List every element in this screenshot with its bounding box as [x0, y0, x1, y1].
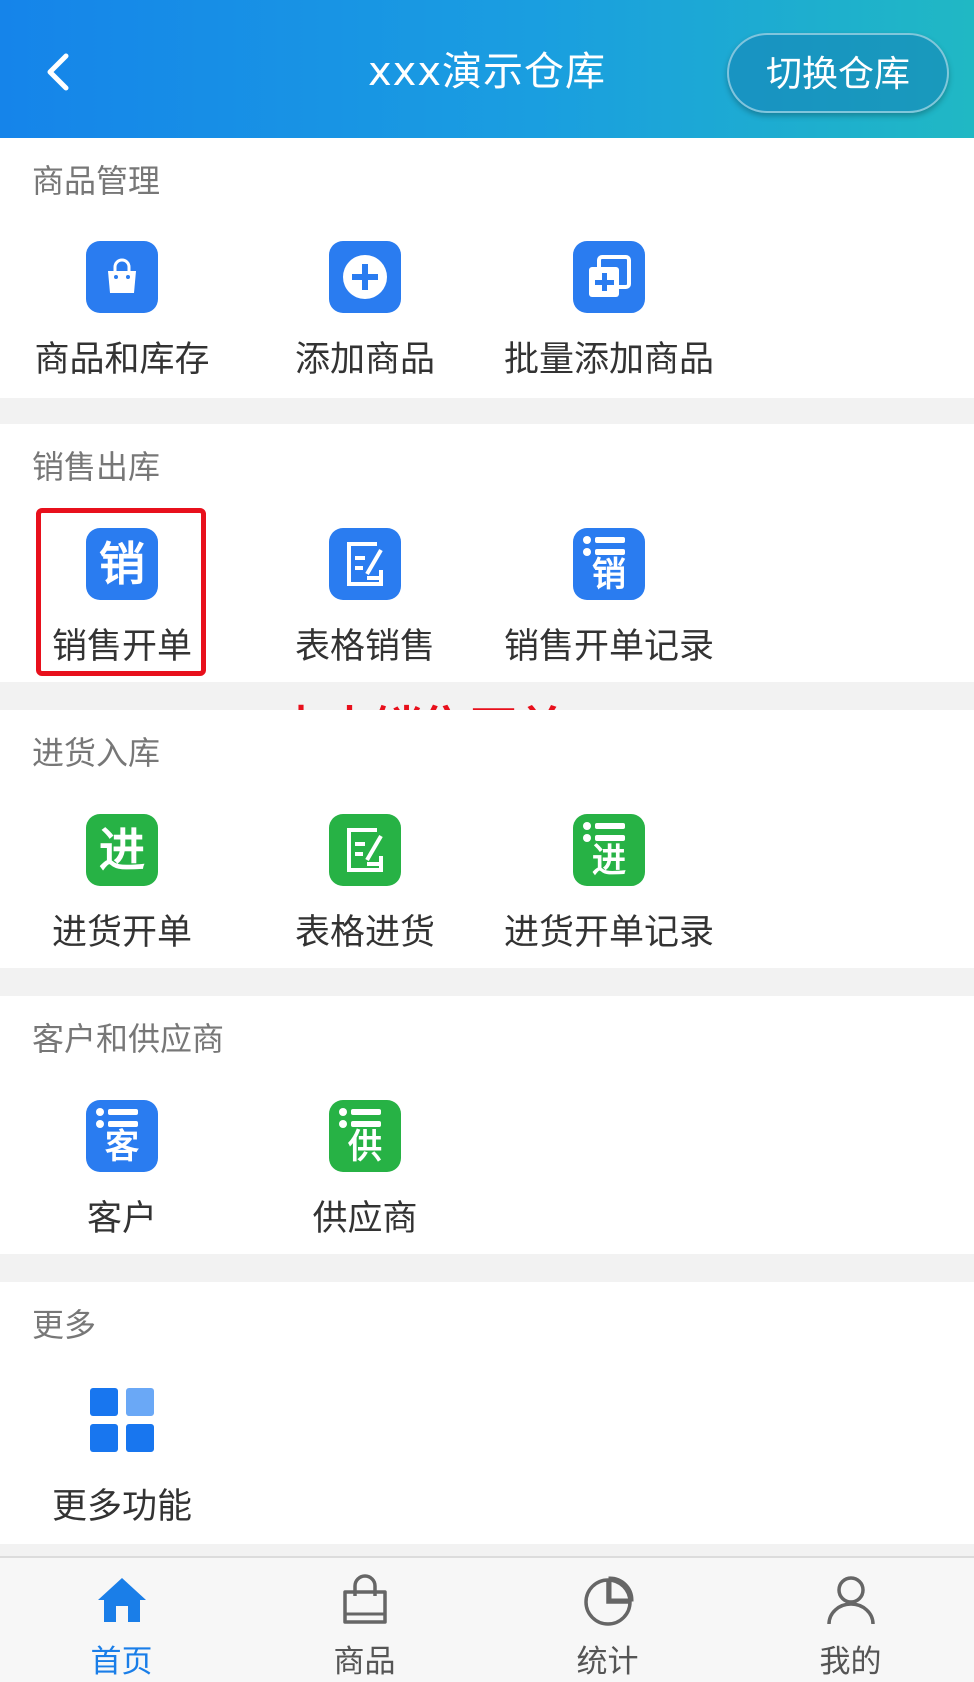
- section-title: 销售出库: [32, 448, 161, 486]
- tab-statistics[interactable]: 统计: [486, 1558, 729, 1682]
- item-label: 批量添加商品: [503, 340, 714, 380]
- item-label: 更多功能: [51, 1487, 192, 1527]
- tab-label: 首页: [90, 1644, 153, 1680]
- section-more: 更多 更多功能: [0, 1282, 974, 1544]
- tab-home[interactable]: 首页: [0, 1558, 243, 1682]
- section-purchase-inbound: 进货入库 进 进货开单 表格进货 进 进货开单记录: [0, 710, 974, 968]
- supplier-button[interactable]: 供 供应商: [255, 1100, 475, 1250]
- top-app-bar: xxx演示仓库 切换仓库: [0, 0, 974, 138]
- section-title: 更多: [32, 1306, 97, 1344]
- shopping-bag-icon: [342, 1574, 387, 1624]
- purchase-record-list-icon: 进: [573, 814, 645, 886]
- tab-label: 商品: [333, 1644, 396, 1680]
- purchase-record-icon-char: 进: [592, 841, 626, 881]
- customer-icon-char: 客: [105, 1127, 139, 1167]
- sales-order-record-button[interactable]: 销 销售开单记录: [499, 528, 719, 678]
- supplier-icon-char: 供: [348, 1127, 382, 1167]
- item-label: 进货开单记录: [503, 913, 714, 953]
- batch-add-goods-button[interactable]: 批量添加商品: [499, 241, 719, 391]
- edit-form-icon: [329, 528, 401, 600]
- item-label: 表格销售: [294, 627, 435, 667]
- section-title: 客户和供应商: [32, 1020, 225, 1058]
- tab-label: 我的: [819, 1644, 882, 1680]
- tab-mine[interactable]: 我的: [729, 1558, 972, 1682]
- table-sales-button[interactable]: 表格销售: [255, 528, 475, 678]
- sales-order-highlight-box: [36, 508, 206, 676]
- customer-button[interactable]: 客 客户: [12, 1100, 232, 1250]
- shopping-bag-icon: [86, 241, 158, 313]
- edit-form-icon: [329, 814, 401, 886]
- purchase-order-icon: 进: [86, 814, 158, 886]
- item-label: 销售开单记录: [503, 627, 714, 667]
- batch-add-icon: [573, 241, 645, 313]
- grid-apps-icon: [90, 1388, 154, 1452]
- bottom-tab-bar: 首页 商品 统计 我的: [0, 1556, 974, 1682]
- home-icon: [97, 1578, 146, 1622]
- purchase-order-button[interactable]: 进 进货开单: [12, 814, 232, 964]
- item-label: 商品和库存: [34, 340, 210, 380]
- tab-label: 统计: [576, 1644, 639, 1680]
- purchase-order-icon-char: 进: [99, 823, 145, 877]
- supplier-list-icon: 供: [329, 1100, 401, 1172]
- sales-record-list-icon: 销: [573, 528, 645, 600]
- table-purchase-button[interactable]: 表格进货: [255, 814, 475, 964]
- plus-circle-icon: [329, 241, 401, 313]
- user-icon: [826, 1576, 875, 1625]
- switch-warehouse-button[interactable]: 切换仓库: [727, 33, 949, 113]
- item-label: 添加商品: [294, 340, 435, 380]
- item-label: 进货开单: [51, 913, 192, 953]
- tab-goods[interactable]: 商品: [243, 1558, 486, 1682]
- item-label: 供应商: [312, 1199, 418, 1239]
- section-customers-suppliers: 客户和供应商 客 客户 供 供应商: [0, 996, 974, 1254]
- pie-chart-icon: [583, 1576, 634, 1626]
- section-goods-management: 商品管理 商品和库存 添加商品 批量添加商品: [0, 138, 974, 398]
- purchase-order-record-button[interactable]: 进 进货开单记录: [499, 814, 719, 964]
- more-features-button[interactable]: 更多功能: [12, 1388, 232, 1538]
- goods-and-stock-button[interactable]: 商品和库存: [12, 241, 232, 391]
- add-goods-button[interactable]: 添加商品: [255, 241, 475, 391]
- section-title: 商品管理: [32, 162, 161, 200]
- customer-list-icon: 客: [86, 1100, 158, 1172]
- sales-record-icon-char: 销: [592, 555, 626, 595]
- item-label: 表格进货: [294, 913, 435, 953]
- item-label: 客户: [86, 1199, 157, 1239]
- section-title: 进货入库: [32, 734, 161, 772]
